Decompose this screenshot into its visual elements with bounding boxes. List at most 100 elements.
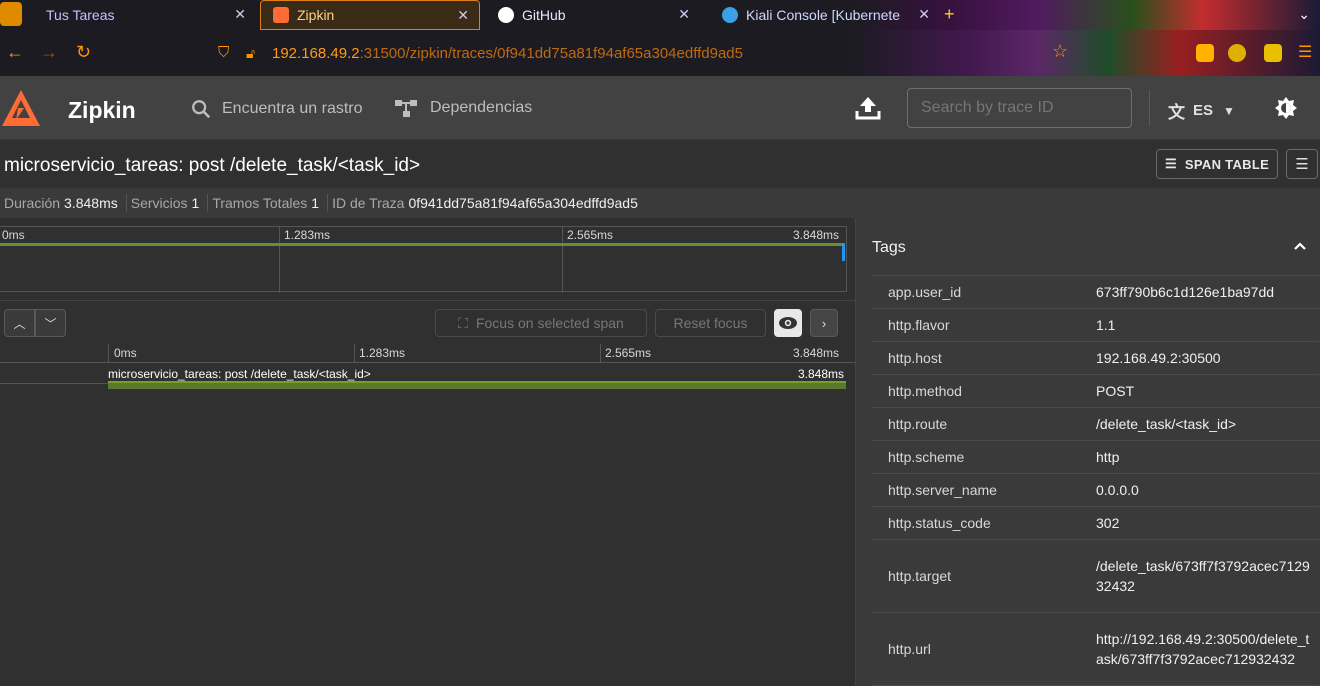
timeline-tick: 1.283ms [359,346,406,360]
list-icon: ☰ [1164,156,1177,171]
focus-icon: ⛶ [458,314,468,331]
tag-key: http.route [888,416,948,432]
nav-dependencies[interactable]: Dependencias [394,98,532,118]
menu-button[interactable]: ☰ [1286,149,1318,179]
container-tab-icon[interactable] [0,2,22,26]
tag-value: http [1096,449,1120,465]
url-field[interactable]: 192.168.49.2:31500/zipkin/traces/0f941dd… [272,45,743,62]
app-header: Zipkin Encuentra un rastro Dependencias … [0,76,1320,140]
language-selector[interactable]: 文 ES ▼ [1168,98,1235,123]
tab-zipkin[interactable]: Zipkin ✕ [260,0,480,30]
tab-label: Kiali Console [Kubernete [746,7,901,23]
back-icon[interactable]: ← [6,42,24,63]
summary-trace-id: ID de Traza 0f941dd75a81f94af65a304edffd9… [328,194,646,212]
reload-icon[interactable]: ↻ [76,42,91,63]
trace-id-search-input[interactable] [907,88,1132,128]
zipkin-favicon-icon [273,7,289,23]
profile-avatar[interactable] [1228,44,1246,62]
span-bar[interactable] [108,381,846,389]
tag-row: http.route/delete_task/<task_id> [872,408,1319,441]
nav-find-label: Encuentra un rastro [222,100,363,117]
tags-heading[interactable]: Tags [872,239,906,257]
trace-title-row: microservicio_tareas: post /delete_task/… [0,140,1320,188]
timeline-tick: 2.565ms [605,346,652,360]
services-label: Servicios [130,195,188,211]
timeline-tick: 3.848ms [793,346,840,360]
tag-row: http.method POST [872,375,1319,408]
tag-row: app.user_id 673ff790b6c1d126e1ba97dd [872,276,1319,309]
timeline-tick: 0ms [114,346,137,360]
tag-row: http.scheme http [872,441,1319,474]
tab-kiali[interactable]: Kiali Console [Kubernete ✕ [710,0,940,30]
minimap-span-bar [0,243,844,246]
url-host: 192.168.49.2 [272,45,360,62]
theme-toggle-icon[interactable] [1274,96,1298,120]
app-brand[interactable]: Zipkin [68,97,136,124]
language-label: ES [1193,102,1214,119]
browser-nav-bar: ← → ↻ ⛉ 🔓︎ 192.168.49.2:31500/zipkin/tra… [0,30,1320,76]
minimap-tick: 3.848ms [793,228,840,242]
duration-value: 3.848ms [64,195,118,211]
span-row[interactable]: microservicio_tareas: post /delete_task/… [0,362,855,392]
close-icon[interactable]: ✕ [918,6,930,23]
zipkin-logo-icon[interactable] [0,88,42,128]
kiali-icon [722,7,738,23]
span-table-button[interactable]: ☰ SPAN TABLE [1156,149,1278,179]
tag-value: /delete_task/<task_id> [1096,416,1237,432]
close-icon[interactable]: ✕ [457,7,469,24]
duration-label: Duración [4,195,61,211]
nav-deps-label: Dependencias [430,99,533,116]
trace-minimap[interactable]: 0ms 1.283ms 2.565ms 3.848ms [0,226,847,293]
tag-value: 0.0.0.0 [1096,482,1139,498]
chevron-up-icon: ︿ [13,316,26,331]
insecure-lock-icon[interactable]: 🔓︎ [246,45,255,62]
summary-duration: Duración 3.848ms [0,194,127,212]
forward-icon[interactable]: → [40,42,58,63]
focus-label: Focus on selected span [475,315,624,331]
pocket-icon[interactable] [1196,44,1214,62]
shield-icon[interactable]: ⛉ [218,44,229,61]
github-icon [498,7,514,23]
spans-value: 1 [311,195,320,211]
tag-value: 302 [1096,515,1120,531]
tag-row: http.target/delete_task/673ff7f3792acec7… [872,540,1319,613]
traceid-label: ID de Traza [332,195,405,211]
reset-focus-button[interactable]: Reset focus [655,309,766,337]
tag-key: app.user_id [888,284,962,300]
tag-value: POST [1096,383,1135,399]
chevron-up-icon[interactable] [1292,238,1308,254]
trace-summary: Duración 3.848ms Servicios 1 Tramos Totale… [0,188,1320,218]
tag-row: http.flavor 1.1 [872,309,1319,342]
upload-icon[interactable] [855,96,881,120]
tab-github[interactable]: GitHub ✕ [484,0,700,30]
chevron-right-icon: › [821,315,827,331]
divider [0,300,855,301]
nav-find-trace[interactable]: Encuentra un rastro [190,98,363,120]
close-icon[interactable]: ✕ [234,6,246,23]
span-name: microservicio_tareas: post /delete_task/… [108,367,371,381]
expand-up-button[interactable]: ︿ [4,309,35,337]
extensions-icon[interactable] [1264,44,1282,62]
focus-selected-span-button[interactable]: ⛶ Focus on selected span [435,309,647,337]
new-tab-icon[interactable]: + [944,4,955,25]
minimap-viewport-handle[interactable] [842,243,845,261]
reset-label: Reset focus [673,315,748,331]
close-icon[interactable]: ✕ [678,6,690,23]
tag-row: http.host 192.168.49.2:30500 [872,342,1319,375]
chevron-down-icon[interactable]: ⌄ [1298,6,1310,23]
dependencies-icon [395,100,417,117]
tag-row: http.url http://192.168.49.2:30500/delete… [872,613,1319,686]
timeline-ruler: 0ms 1.283ms 2.565ms 3.848ms [0,344,855,362]
span-tree-line [0,383,108,384]
browser-theme-art [850,30,1320,76]
expand-down-button[interactable]: ﹀ [35,309,66,337]
timeline-panel: 0ms 1.283ms 2.565ms 3.848ms ︿ ﹀ ⛶ Focus … [0,218,855,686]
summary-spans: Tramos Totales 1 [208,194,329,212]
star-icon[interactable]: ☆ [1052,41,1070,61]
menu-icon: ☰ [1295,156,1309,173]
open-detail-button[interactable]: › [810,309,838,337]
toggle-visibility-button[interactable] [774,309,802,337]
tab-tus-tareas[interactable]: Tus Tareas ✕ [30,0,256,30]
menu-icon[interactable]: ☰ [1298,42,1312,62]
tag-key: http.server_name [888,482,997,498]
